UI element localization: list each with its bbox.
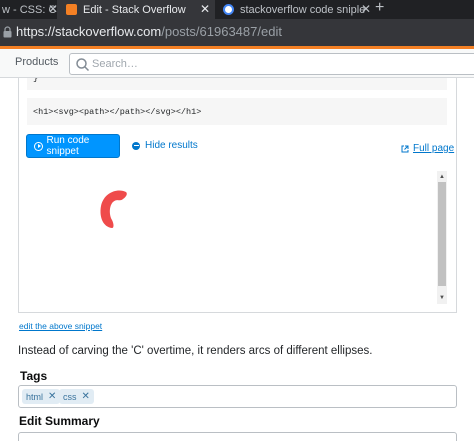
code-block-css: } bbox=[27, 78, 447, 90]
full-page-label: Full page bbox=[413, 143, 455, 154]
tag-html[interactable]: html ✕ bbox=[22, 389, 61, 404]
search-placeholder: Search… bbox=[92, 58, 138, 70]
run-button-label: Run code snippet bbox=[46, 135, 90, 157]
browser-tab-edit[interactable]: Edit - Stack Overflow bbox=[57, 0, 215, 19]
search-icon bbox=[76, 58, 90, 72]
site-header: Products Search… bbox=[0, 46, 474, 78]
browser-tab-google[interactable]: stackoverflow code sniplet not w bbox=[215, 0, 365, 19]
rendered-c-drawing bbox=[100, 190, 127, 228]
new-tab-button[interactable]: + bbox=[375, 0, 384, 17]
tag-css[interactable]: css ✕ bbox=[59, 389, 94, 404]
browser-tab-bar: w - CSS: C ✕ Edit - Stack Overflow ✕ sta… bbox=[0, 0, 474, 19]
close-tab-icon[interactable]: ✕ bbox=[200, 2, 210, 16]
tag-label: html bbox=[26, 391, 44, 402]
lock-icon bbox=[3, 26, 12, 38]
run-code-snippet-button[interactable]: Run code snippet bbox=[26, 134, 120, 158]
post-body-text: Instead of carving the 'C' overtime, it … bbox=[18, 345, 373, 357]
hide-results-button[interactable]: Hide results bbox=[132, 140, 198, 151]
edit-snippet-link[interactable]: edit the above snippet bbox=[19, 321, 102, 331]
stackoverflow-favicon-icon bbox=[66, 4, 77, 15]
search-input[interactable]: Search… bbox=[69, 53, 474, 75]
minus-circle-icon bbox=[132, 141, 140, 150]
url-path: /posts/61963487/edit bbox=[161, 24, 282, 39]
remove-tag-icon[interactable]: ✕ bbox=[82, 391, 90, 402]
products-menu[interactable]: Products bbox=[15, 56, 58, 68]
play-icon bbox=[34, 141, 43, 151]
remove-tag-icon[interactable]: ✕ bbox=[48, 391, 56, 402]
tag-label: css bbox=[63, 391, 77, 402]
close-tab-icon[interactable]: ✕ bbox=[361, 2, 371, 16]
code-line: <h1><svg><path></path></svg></h1> bbox=[33, 107, 202, 117]
external-link-icon bbox=[401, 145, 409, 152]
tab-title: Edit - Stack Overflow bbox=[83, 3, 186, 16]
scroll-up-icon[interactable]: ▲ bbox=[439, 174, 445, 180]
full-page-link[interactable]: Full page bbox=[401, 143, 454, 154]
tags-label: Tags bbox=[20, 369, 48, 383]
google-favicon-icon bbox=[223, 4, 234, 15]
tags-input[interactable]: html ✕ css ✕ bbox=[18, 385, 457, 408]
edit-summary-input[interactable] bbox=[18, 432, 457, 441]
url-host: https://stackoverflow.com bbox=[16, 24, 162, 39]
url-text[interactable]: https://stackoverflow.com/posts/61963487… bbox=[16, 24, 282, 39]
result-scrollbar[interactable]: ▲ ▼ bbox=[437, 171, 447, 304]
hide-results-label: Hide results bbox=[145, 140, 198, 151]
scrollbar-thumb[interactable] bbox=[438, 182, 446, 286]
address-bar[interactable]: https://stackoverflow.com/posts/61963487… bbox=[0, 19, 474, 46]
tab-title: stackoverflow code sniplet not w bbox=[240, 3, 365, 16]
scroll-down-icon[interactable]: ▼ bbox=[439, 295, 445, 301]
edit-summary-label: Edit Summary bbox=[19, 414, 100, 428]
code-block-html: <h1><svg><path></path></svg></h1> bbox=[27, 98, 447, 125]
code-line: } bbox=[33, 78, 39, 83]
